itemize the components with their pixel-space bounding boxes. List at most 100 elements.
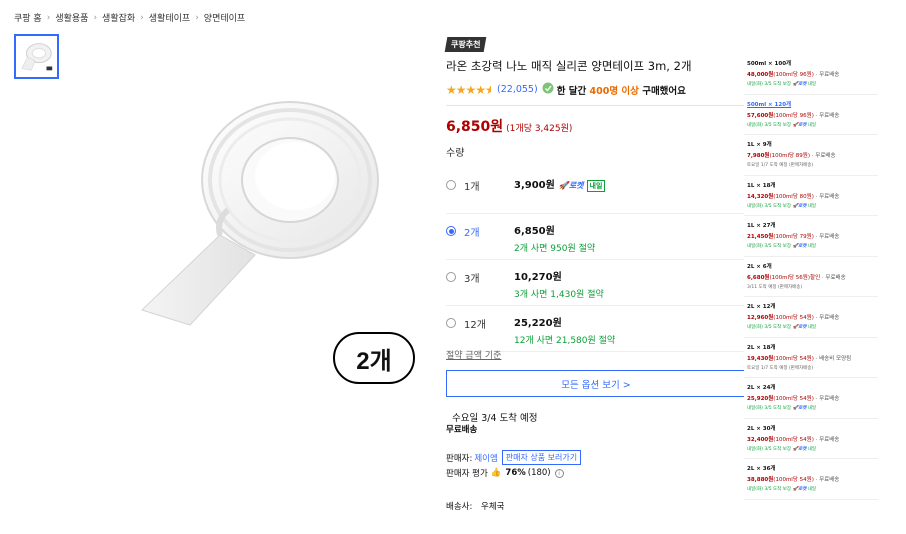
seller-name-link[interactable]: 제이엠 <box>474 452 497 464</box>
side-option-price-row: 38,880원(100ml당 54원) · 무료배송 <box>747 475 878 483</box>
radio-button[interactable] <box>446 318 456 328</box>
side-option-price: 7,980원 <box>747 153 770 159</box>
rocket-delivery-icon: 🚀로켓 <box>792 406 807 411</box>
side-option-name: 1L × 27개 <box>747 223 776 229</box>
side-option-item[interactable]: 2L × 36개 38,880원(100ml당 54원) · 무료배송 내일(화) … <box>744 459 878 500</box>
option-price: 6,850원 <box>514 226 555 237</box>
side-option-unit: (100ml당 79원) <box>773 234 814 240</box>
side-option-eta: 내일(화) 3/5 도착 보장 🚀로켓 내일 <box>747 82 817 87</box>
thumbs-up-icon: 👍 <box>490 468 502 478</box>
side-option-ship: · 무료배송 <box>815 234 840 240</box>
recommend-badge: 쿠팡추천 <box>444 37 487 52</box>
side-option-unit: (100ml당 56원)할인 <box>769 274 821 281</box>
sale-price: 6,850원 <box>446 119 504 135</box>
side-option-eta: 내일(화) 3/5 도착 보장 🚀로켓 내일 <box>747 406 817 411</box>
option-saving: 12개 사면 21,580원 절약 <box>514 336 616 346</box>
thumbs-up-badge-icon <box>542 82 554 97</box>
side-option-unit: (100ml당 96원) <box>773 72 814 78</box>
side-option-ship: · 무료배송 <box>815 436 840 443</box>
radio-button[interactable] <box>446 272 456 282</box>
chevron-right-icon: › <box>195 12 199 23</box>
rocket-delivery-icon: 🚀로켓 <box>792 325 807 330</box>
option-saving: 2개 사면 950원 절약 <box>514 244 596 254</box>
rocket-delivery-icon: 🚀로켓 <box>792 122 807 128</box>
shipping-company-value: 우체국 <box>481 502 505 512</box>
radio-button-selected[interactable] <box>446 226 456 236</box>
breadcrumb: 쿠팡 홈 › 생활용품 › 생활잡화 › 생활테이프 › 양면테이프 <box>14 11 245 25</box>
chevron-right-icon: › <box>93 12 98 23</box>
side-option-unit: (100ml당 54원) <box>773 355 814 362</box>
side-option-price-row: 25,920원(100ml당 54원) · 무료배송 <box>747 394 878 402</box>
breadcrumb-item[interactable]: 생활용품 <box>55 11 88 24</box>
option-1[interactable]: 1개 3,900원 🚀 로켓 내일 <box>446 168 746 214</box>
side-option-name: 2L × 6개 <box>747 263 772 270</box>
shipping-company-row: 배송사: 우체국 <box>446 500 505 512</box>
side-option-price: 6,680원 <box>747 274 770 281</box>
breadcrumb-item[interactable]: 생활잡화 <box>102 11 135 24</box>
option-3[interactable]: 3개 10,270원 3개 사면 1,430원 절약 <box>446 260 746 306</box>
side-option-item[interactable]: 2L × 24개 25,920원(100ml당 54원) · 무료배송 내일(화) … <box>744 378 878 419</box>
side-option-price-row: 48,000원(100ml당 96원) · 무료배송 <box>747 70 878 78</box>
divider <box>446 105 746 106</box>
side-option-item[interactable]: 2L × 6개 6,680원(100ml당 56원)할인 · 무료배송 3/11 도… <box>744 257 878 297</box>
option-2[interactable]: 2개 6,850원 2개 사면 950원 절약 <box>446 214 746 260</box>
info-icon[interactable]: i <box>554 468 564 478</box>
option-price: 10,270원 <box>514 272 562 283</box>
delivery-date: 수요일 3/4 도착 예정 <box>452 413 538 424</box>
side-option-name: 2L × 12개 <box>747 304 776 310</box>
side-option-item[interactable]: 500ml × 120개 57,600원(100ml당 96원) · 무료배송 내일… <box>744 95 878 135</box>
product-info: 쿠팡추천 라온 초강력 나노 매직 실리콘 양면테이프 3m, 2개 ★★★★★… <box>444 32 746 136</box>
radio-button[interactable] <box>446 180 456 190</box>
quantity-options: 1개 3,900원 🚀 로켓 내일 2개 6,850원 2개 사면 950원 절약 3… <box>446 168 746 352</box>
side-option-price-row: 19,430원(100ml당 54원) · 배송비 모양됨 <box>747 354 878 362</box>
side-option-ship: · 무료배송 <box>815 112 840 119</box>
seller-products-button[interactable]: 판매자 상품 보러가기 <box>501 450 582 465</box>
side-option-item[interactable]: 2L × 18개 19,430원(100ml당 54원) · 배송비 모양됨토요일… <box>744 338 878 378</box>
side-option-eta: 내일(화) 3/5 도착 보장 🚀로켓 내일 <box>747 446 817 452</box>
product-thumbnail[interactable] <box>14 34 59 79</box>
side-option-eta: 토요일 1/7 도착 예정 (판매자배송) <box>747 365 814 371</box>
side-option-eta: 내일(화) 3/5 도착 보장 🚀로켓 내일 <box>747 122 817 128</box>
side-option-eta: 토요일 1/7 도착 예정 (판매자배송) <box>747 163 814 168</box>
side-option-price-row: 57,600원(100ml당 96원) · 무료배송 <box>747 111 878 119</box>
breadcrumb-item[interactable]: 생활테이프 <box>149 11 190 24</box>
side-option-ship: · 배송비 모양됨 <box>815 355 852 362</box>
side-option-item[interactable]: 1L × 27개 21,450원(100ml당 79원) · 무료배송내일(화) … <box>744 216 878 257</box>
side-option-eta: 내일(화) 3/5 도착 보장 🚀로켓 내일 <box>747 244 817 249</box>
option-label: 2개 <box>464 228 480 239</box>
all-options-button[interactable]: 모든 옵션 보기 > <box>446 370 746 397</box>
tape-thumbnail-image <box>20 42 52 71</box>
side-option-price: 57,600원 <box>747 112 774 119</box>
side-option-price-row: 21,450원(100ml당 79원) · 무료배송 <box>747 232 878 240</box>
option-4[interactable]: 12개 25,220원 12개 사면 21,580원 절약 <box>446 306 746 352</box>
breadcrumb-home[interactable]: 쿠팡 홈 <box>14 11 42 24</box>
side-option-name: 2L × 18개 <box>747 344 776 351</box>
breadcrumb-item[interactable]: 양면테이프 <box>204 11 245 24</box>
rating-row: ★★★★★ (22,055) 한 달간 400명 이상 구매했어요 <box>446 82 746 97</box>
option-saving: 3개 사면 1,430원 절약 <box>514 290 604 300</box>
star-rating-icon[interactable]: ★★★★★ <box>446 83 491 97</box>
side-option-eta: 내일(화) 3/5 도착 보장 🚀로켓 내일 <box>747 487 817 492</box>
seller-row: 판매자: 제이엠 판매자 상품 보러가기 <box>446 450 582 465</box>
side-option-item[interactable]: 2L × 12개 12,960원(100ml당 54원) · 무료배송 내일(화) … <box>744 297 878 338</box>
side-option-item[interactable]: 1L × 18개 14,320원(100ml당 80원) · 무료배송 내일(화) … <box>744 176 878 216</box>
shipping-company-label: 배송사: <box>446 502 473 512</box>
side-option-name: 500ml × 100개 <box>747 61 792 67</box>
option-label: 1개 <box>464 182 480 193</box>
side-option-ship: · 무료배송 <box>815 72 840 78</box>
seller-rating-label: 판매자 평가 <box>446 469 488 479</box>
side-option-item[interactable]: 1L × 9개 7,980원(100ml당 89원) · 무료배송 토요일 1/7 … <box>744 135 878 176</box>
side-option-item[interactable]: 2L × 30개 32,400원(100ml당 54원) · 무료배송 내일(화) … <box>744 419 878 459</box>
purchase-count-text: 한 달간 400명 이상 구매했어요 <box>556 85 686 97</box>
side-option-price-row: 12,960원(100ml당 54원) · 무료배송 <box>747 313 878 321</box>
rocket-delivery-icon: 🚀로켓 <box>792 244 807 249</box>
option-price: 3,900원 🚀 로켓 내일 <box>514 176 606 192</box>
side-option-price-row: 7,980원(100ml당 89원) · 무료배송 <box>747 151 878 159</box>
review-count-link[interactable]: (22,055) <box>497 84 538 95</box>
side-option-unit: (100ml당 89원) <box>769 153 811 159</box>
side-option-unit: (100ml당 54원) <box>773 315 814 321</box>
side-option-item[interactable]: 500ml × 100개 48,000원(100ml당 96원) · 무료배송내일… <box>744 54 878 95</box>
side-option-price: 21,450원 <box>747 234 774 240</box>
side-option-eta: 3/11 도착 예정 (판매자배송) <box>747 284 803 290</box>
save-criteria-link[interactable]: 절약 금액 기준 <box>446 348 501 361</box>
